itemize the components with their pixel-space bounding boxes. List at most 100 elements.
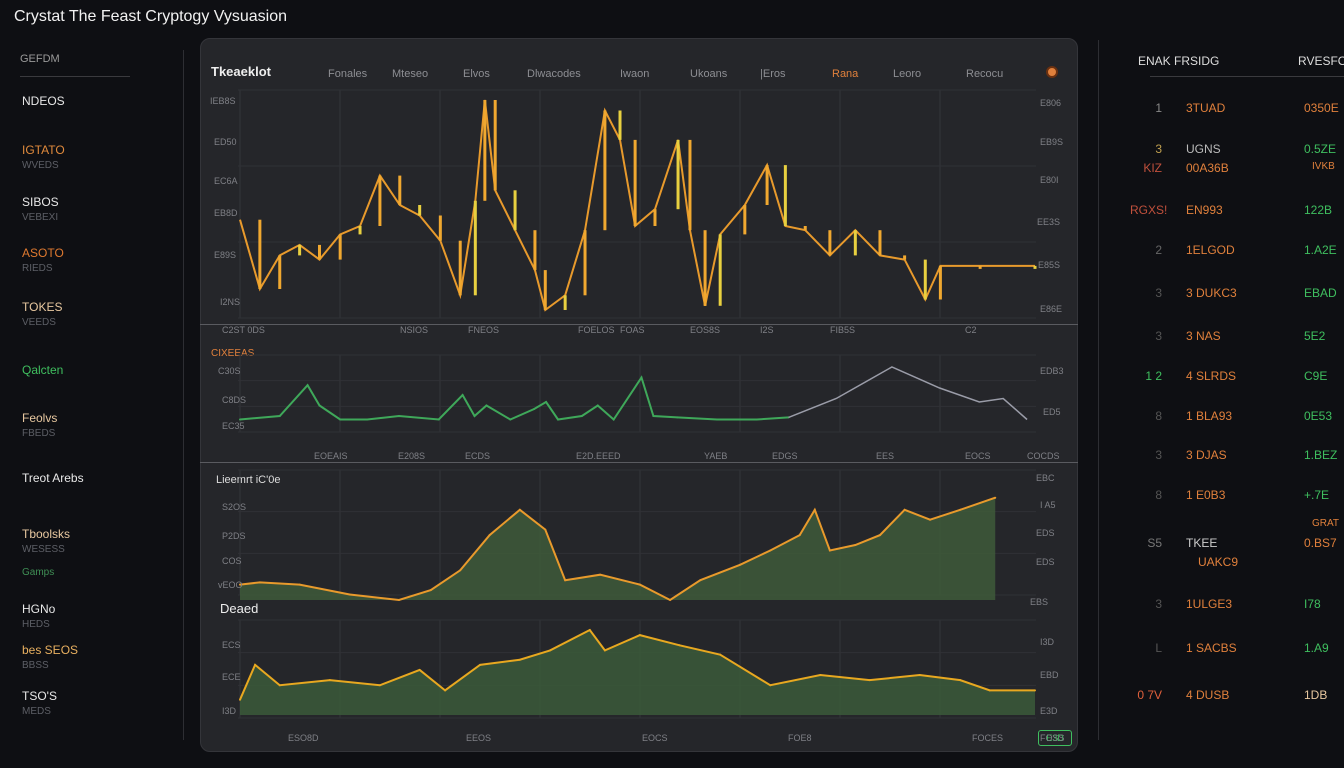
row-name: 3 NAS	[1186, 329, 1221, 343]
x-tick-label: FOSS	[1040, 733, 1065, 743]
row-name: UGNS	[1186, 142, 1221, 156]
x-tick-label: FOE8	[788, 733, 812, 743]
volume-point	[755, 418, 758, 421]
candle	[298, 244, 302, 256]
volume-line	[239, 375, 789, 422]
candle	[603, 110, 607, 231]
y-tick-label: S2OS	[222, 502, 247, 512]
candle	[493, 100, 497, 191]
candle	[278, 255, 282, 289]
depth-point	[678, 644, 681, 647]
candle	[338, 234, 342, 260]
liquidity-point	[929, 518, 932, 521]
candle	[923, 259, 927, 300]
candle	[1033, 265, 1037, 269]
liquidity-point	[544, 528, 547, 531]
row-value-2: GRAT	[1312, 518, 1340, 529]
y-tick-label: ECE	[222, 672, 241, 682]
liquidity-point	[488, 534, 491, 537]
row-name: 1ELGOD	[1186, 243, 1235, 257]
depth-point	[328, 679, 331, 682]
y-tick-label: I A5	[1040, 500, 1056, 510]
depth-point	[239, 698, 241, 701]
row-value: 0.5ZE	[1304, 142, 1337, 156]
candle	[513, 190, 517, 231]
candle	[438, 215, 442, 241]
volume-point	[580, 415, 583, 417]
row-value: I78	[1304, 597, 1321, 611]
y-tick-label: EC6A	[214, 176, 238, 186]
liquidity-point	[828, 549, 831, 552]
x-tick-label: ESO8D	[288, 733, 319, 743]
depth-area	[240, 630, 1035, 715]
depth-point	[769, 684, 772, 687]
x-tick-label: EES	[876, 451, 895, 461]
y-tick-label: E3D	[1040, 706, 1058, 716]
candle	[676, 139, 680, 210]
y-tick-label: E85S	[1038, 260, 1061, 270]
row-name-2: UAKC9	[1198, 555, 1239, 569]
column-header-name[interactable]: ENAK FRSIDG	[1138, 54, 1219, 68]
liquidity-point	[298, 583, 301, 586]
x-tick-label: NSIOS	[400, 325, 429, 335]
row-name: 3 DUKC3	[1186, 286, 1237, 300]
row-rank: 8	[1155, 409, 1162, 423]
row-rank: L	[1155, 641, 1162, 655]
volume-point	[533, 408, 536, 410]
y-tick-label: EBC	[1036, 473, 1055, 483]
row-rank: 3	[1155, 142, 1162, 156]
depth-point	[719, 653, 722, 656]
x-tick-label: EEOS	[466, 733, 492, 743]
candle	[458, 240, 462, 296]
x-tick-label: EOCS	[642, 733, 668, 743]
y-tick-label: EBS	[1030, 597, 1049, 607]
candle	[688, 139, 692, 231]
candle	[583, 230, 587, 296]
x-tick-label: EDGS	[772, 451, 798, 461]
row-name-2: 00A36B	[1186, 161, 1229, 175]
depth-point	[1034, 689, 1036, 692]
y-tick-label: C30S	[218, 366, 241, 376]
depth-point	[588, 629, 591, 631]
volume-point	[339, 418, 342, 421]
column-header-value[interactable]: RVESFO	[1298, 54, 1344, 68]
liquidity-point	[854, 544, 857, 546]
volume-point	[596, 404, 599, 407]
right-panel-divider	[1098, 40, 1099, 740]
x-tick-label: E2D.EEED	[576, 451, 621, 461]
volume-point	[676, 416, 679, 419]
y-tick-label: P2DS	[222, 531, 246, 541]
candle	[258, 219, 262, 289]
row-rank: 3	[1155, 329, 1162, 343]
row-rank: 1 2	[1145, 369, 1162, 383]
y-tick-label: I3D	[222, 706, 237, 716]
depth-point	[959, 679, 962, 682]
candle	[978, 265, 982, 269]
row-value: 0.BS7	[1304, 536, 1337, 550]
candle	[418, 205, 422, 216]
liquidity-point	[769, 549, 772, 552]
liquidity-point	[599, 573, 602, 576]
candle	[803, 226, 807, 231]
y-tick-label: I3D	[1040, 637, 1055, 647]
candle	[473, 200, 477, 296]
row-name: 1 SACBS	[1186, 641, 1237, 655]
y-tick-label: EB9S	[1040, 137, 1064, 147]
depth-point	[988, 689, 991, 692]
volume-point	[509, 418, 512, 421]
row-value: +.7E	[1304, 488, 1330, 502]
x-tick-label: EOEAIS	[314, 451, 348, 461]
liquidity-point	[669, 599, 672, 601]
row-value-2: IVKB	[1312, 161, 1335, 172]
row-name: 3 DJAS	[1186, 448, 1227, 462]
x-tick-label: I2S	[760, 325, 774, 335]
row-value: EBAD	[1304, 286, 1337, 300]
depth-point	[868, 679, 871, 682]
volume-point	[366, 418, 369, 421]
row-rank-2: KIZ	[1143, 161, 1162, 175]
row-rank: 8	[1155, 488, 1162, 502]
row-rank: 3	[1155, 597, 1162, 611]
depth-point	[278, 684, 281, 687]
liquidity-point	[813, 508, 816, 511]
y-tick-label: E86E	[1040, 304, 1063, 314]
